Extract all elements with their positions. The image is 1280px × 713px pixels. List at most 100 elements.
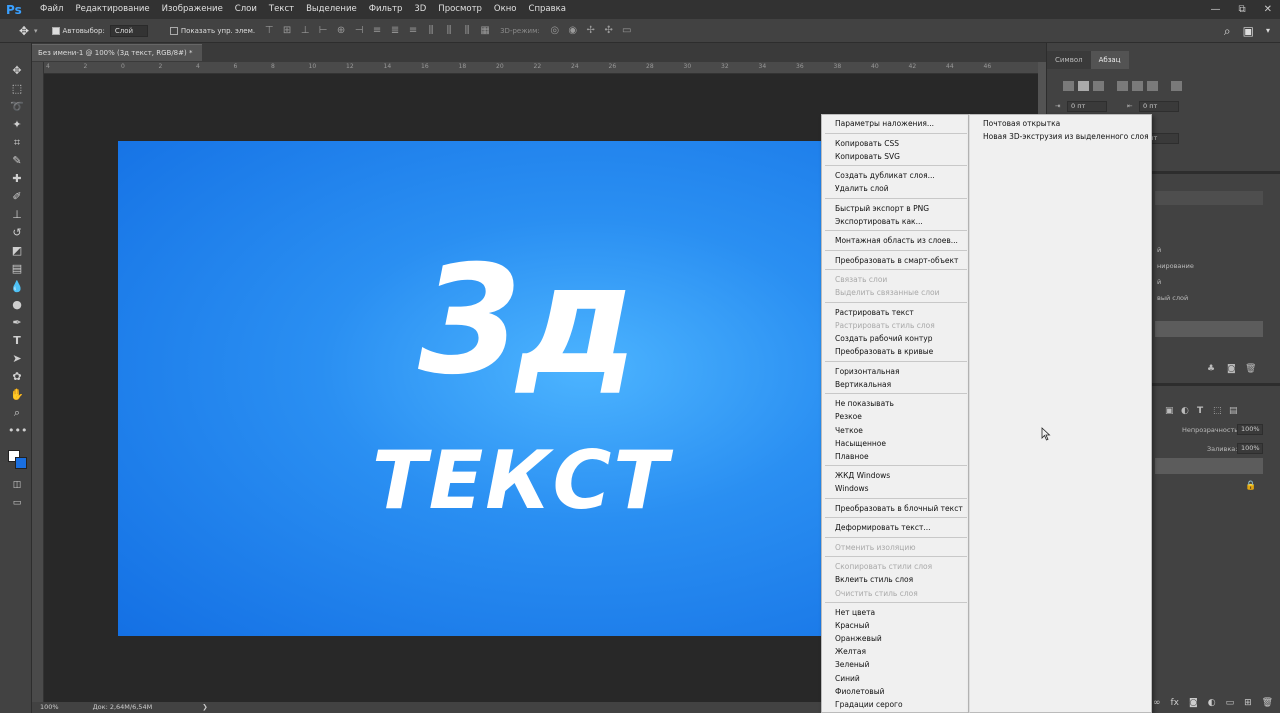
submenu-item-postcard[interactable]: Почтовая открытка bbox=[983, 119, 1060, 129]
submenu-item-3d-extrusion[interactable]: Новая 3D-экструзия из выделенного слоя bbox=[983, 132, 1149, 142]
shape-tool-icon[interactable]: ✿ bbox=[8, 369, 26, 385]
context-menu-item[interactable]: Красный bbox=[835, 621, 870, 631]
context-menu-item[interactable]: Желтая bbox=[835, 647, 866, 657]
fill-field[interactable]: 100% bbox=[1237, 443, 1263, 454]
fx-icon[interactable]: fx bbox=[1171, 698, 1180, 708]
autoselect-dropdown[interactable]: Слой bbox=[109, 24, 148, 37]
workspace-icon[interactable]: ▣ bbox=[1243, 19, 1254, 43]
new-layer-icon[interactable]: ⊞ bbox=[1244, 698, 1252, 708]
context-menu-item[interactable]: Насыщенное bbox=[835, 439, 886, 449]
filter-shape-icon[interactable]: ⬚ bbox=[1213, 406, 1222, 416]
magic-wand-icon[interactable]: ✦ bbox=[8, 117, 26, 133]
healing-brush-icon[interactable]: ✚ bbox=[8, 171, 26, 187]
context-menu-item[interactable]: Преобразовать в кривые bbox=[835, 347, 933, 357]
path-select-icon[interactable]: ➤ bbox=[8, 351, 26, 367]
adjustment-layer-icon[interactable]: ◐ bbox=[1208, 698, 1216, 708]
panel-list-row[interactable] bbox=[1155, 191, 1263, 205]
trash-icon[interactable]: 🗑 bbox=[1245, 364, 1256, 374]
context-menu-item[interactable]: Четкое bbox=[835, 426, 863, 436]
minimize-icon[interactable]: — bbox=[1210, 0, 1220, 19]
auto-align-icon[interactable]: ▦ bbox=[476, 25, 494, 36]
context-menu-item[interactable]: Windows bbox=[835, 484, 868, 494]
justify-center-icon[interactable] bbox=[1132, 81, 1143, 91]
filter-type-icon[interactable]: T bbox=[1197, 406, 1203, 416]
menu-3d[interactable]: 3D bbox=[408, 0, 432, 19]
align-left-icon[interactable]: ⊢ bbox=[314, 25, 332, 36]
align-bottom-icon[interactable]: ⊥ bbox=[296, 25, 314, 36]
context-menu-item[interactable]: Копировать CSS bbox=[835, 139, 899, 149]
stamp-tool-icon[interactable]: ⊥ bbox=[8, 207, 26, 223]
tab-character[interactable]: Символ bbox=[1047, 51, 1091, 69]
indent-left-field[interactable]: 0 пт bbox=[1067, 101, 1107, 112]
pen-tool-icon[interactable]: ✒ bbox=[8, 315, 26, 331]
distribute-left-icon[interactable]: ⫼ bbox=[422, 25, 440, 36]
link-layers-icon[interactable]: ∞ bbox=[1153, 698, 1161, 708]
move-tool-icon[interactable]: ✥ bbox=[8, 63, 26, 79]
gradient-tool-icon[interactable]: ▤ bbox=[8, 261, 26, 277]
type-tool-icon[interactable]: T bbox=[8, 333, 26, 349]
align-top-icon[interactable]: ⊤ bbox=[260, 25, 278, 36]
dodge-tool-icon[interactable]: ● bbox=[8, 297, 26, 313]
menu-filter[interactable]: Фильтр bbox=[363, 0, 409, 19]
eraser-icon[interactable]: ◩ bbox=[8, 243, 26, 259]
menu-edit[interactable]: Редактирование bbox=[69, 0, 155, 19]
background-color-swatch[interactable] bbox=[15, 457, 27, 469]
context-menu-item[interactable]: Параметры наложения... bbox=[835, 119, 934, 129]
align-hcenter-icon[interactable]: ⊕ bbox=[332, 25, 350, 36]
crop-tool-icon[interactable]: ⌗ bbox=[8, 135, 26, 151]
search-icon[interactable]: ⌕ bbox=[1224, 19, 1231, 43]
menu-file[interactable]: Файл bbox=[34, 0, 69, 19]
tab-paragraph[interactable]: Абзац bbox=[1090, 51, 1129, 69]
move-tool-icon[interactable]: ✥ bbox=[14, 24, 34, 38]
menu-help[interactable]: Справка bbox=[523, 0, 572, 19]
context-menu-item[interactable]: Синий bbox=[835, 674, 860, 684]
menu-select[interactable]: Выделение bbox=[300, 0, 363, 19]
3d-rotate-icon[interactable]: ◎ bbox=[546, 25, 564, 36]
autoselect-checkbox[interactable] bbox=[51, 26, 60, 35]
workspace-chevron-icon[interactable]: ▾ bbox=[1266, 19, 1270, 43]
menu-window[interactable]: Окно bbox=[488, 0, 523, 19]
align-left-text-icon[interactable] bbox=[1063, 81, 1074, 91]
menu-view[interactable]: Просмотр bbox=[432, 0, 488, 19]
3d-pan-icon[interactable]: ✢ bbox=[582, 25, 600, 36]
delete-layer-icon[interactable]: 🗑 bbox=[1262, 698, 1273, 708]
context-menu-item[interactable]: Преобразовать в смарт-объект bbox=[835, 256, 958, 266]
context-menu-item[interactable]: ЖКД Windows bbox=[835, 471, 890, 481]
3d-scale-icon[interactable]: ▭ bbox=[618, 25, 636, 36]
align-right-icon[interactable]: ⊣ bbox=[350, 25, 368, 36]
context-menu-item[interactable]: Создать рабочий контур bbox=[835, 334, 933, 344]
3d-slide-icon[interactable]: ✣ bbox=[600, 25, 618, 36]
context-menu-item[interactable]: Растрировать текст bbox=[835, 308, 914, 318]
align-right-text-icon[interactable] bbox=[1093, 81, 1104, 91]
status-arrow-icon[interactable]: ❯ bbox=[202, 702, 207, 713]
tool-preset-chevron-icon[interactable]: ▾ bbox=[34, 27, 38, 35]
context-menu-item[interactable]: Горизонтальная bbox=[835, 367, 899, 377]
group-folder-icon[interactable]: ▭ bbox=[1226, 698, 1235, 708]
menu-image[interactable]: Изображение bbox=[156, 0, 229, 19]
opacity-field[interactable]: 100% bbox=[1237, 424, 1263, 435]
distribute-hcenter-icon[interactable]: ⫼ bbox=[440, 25, 458, 36]
context-menu-item[interactable]: Резкое bbox=[835, 412, 862, 422]
distribute-bottom-icon[interactable]: ≡ bbox=[404, 25, 422, 36]
context-menu-item[interactable]: Монтажная область из слоев... bbox=[835, 236, 958, 246]
panel-selected-row[interactable] bbox=[1155, 321, 1263, 337]
close-icon[interactable]: ✕ bbox=[1264, 0, 1272, 19]
layer-row[interactable] bbox=[1155, 458, 1263, 474]
mask-icon[interactable]: ◙ bbox=[1189, 698, 1198, 708]
filter-image-icon[interactable]: ▣ bbox=[1165, 406, 1174, 416]
3d-roll-icon[interactable]: ◉ bbox=[564, 25, 582, 36]
history-brush-icon[interactable]: ↺ bbox=[8, 225, 26, 241]
eyedropper-icon[interactable]: ✎ bbox=[8, 153, 26, 169]
indent-right-field[interactable]: 0 пт bbox=[1139, 101, 1179, 112]
align-center-text-icon[interactable] bbox=[1078, 81, 1089, 91]
justify-all-icon[interactable] bbox=[1171, 81, 1182, 91]
screen-mode-icon[interactable]: ▭ bbox=[8, 495, 26, 511]
context-menu-item[interactable]: Вертикальная bbox=[835, 380, 891, 390]
context-menu-item[interactable]: Деформировать текст... bbox=[835, 523, 930, 533]
context-menu-item[interactable]: Зеленый bbox=[835, 660, 870, 670]
context-menu-item[interactable]: Нет цвета bbox=[835, 608, 875, 618]
distribute-vcenter-icon[interactable]: ≣ bbox=[386, 25, 404, 36]
context-menu-item[interactable]: Копировать SVG bbox=[835, 152, 900, 162]
distribute-right-icon[interactable]: ⫼ bbox=[458, 25, 476, 36]
context-menu-item[interactable]: Фиолетовый bbox=[835, 687, 885, 697]
